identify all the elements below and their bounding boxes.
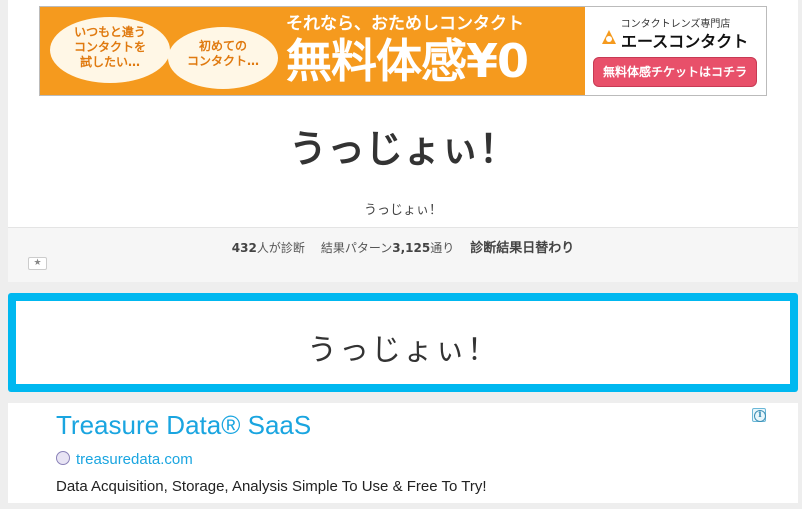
banner-brand-area[interactable]: コンタクトレンズ専門店 エースコンタクト 無料体感チケットはコチラ — [585, 7, 766, 95]
page-title: うっじょぃ！ — [288, 127, 517, 171]
speech-cloud-1-text: いつもと違う コンタクトを 試したい… — [73, 25, 146, 69]
daily-change-label: 診断結果日替わり — [470, 241, 575, 256]
diagnosis-title: うっじょぃ！ — [307, 333, 499, 368]
banner-promo-area[interactable]: いつもと違う コンタクトを 試したい… 初めての コンタクト… それなら、おため… — [40, 7, 585, 95]
speech-cloud-2-text: 初めての コンタクト… — [186, 39, 259, 68]
diagnosed-count: 432 — [231, 241, 257, 255]
patterns-count: 3,125 — [392, 241, 431, 255]
text-ad[interactable]: Treasure Data® SaaS treasuredata.com Dat… — [8, 403, 798, 503]
adchoices-info-icon[interactable] — [752, 408, 767, 422]
diagnosis-stats: 432人が診断 結果パターン3,125通り 診断結果日替わり — [8, 237, 798, 256]
diagnosed-label: 人が診断 — [256, 241, 305, 255]
ad-description: Data Acquisition, Storage, Analysis Simp… — [56, 478, 487, 495]
ad-url-link[interactable]: treasuredata.com — [76, 451, 193, 468]
brand-name: エースコンタクト — [621, 32, 749, 51]
favorite-star-icon[interactable]: ★ — [28, 257, 47, 270]
patterns-suffix: 通り — [430, 241, 455, 255]
diagnosis-box-inner: うっじょぃ！ — [16, 301, 790, 384]
banner-ad[interactable]: いつもと違う コンタクトを 試したい… 初めての コンタクト… それなら、おため… — [39, 6, 767, 96]
diagnosis-box: うっじょぃ！ — [8, 293, 798, 392]
page-subtitle: うっじょぃ！ — [363, 203, 442, 218]
globe-icon — [56, 451, 70, 465]
free-ticket-button[interactable]: 無料体感チケットはコチラ — [593, 57, 757, 87]
ad-headline-link[interactable]: Treasure Data® SaaS — [56, 410, 311, 441]
banner-price-text: 無料体感¥0 — [286, 34, 529, 88]
brand-logo-icon — [602, 30, 616, 44]
patterns-label: 結果パターン — [320, 241, 393, 255]
